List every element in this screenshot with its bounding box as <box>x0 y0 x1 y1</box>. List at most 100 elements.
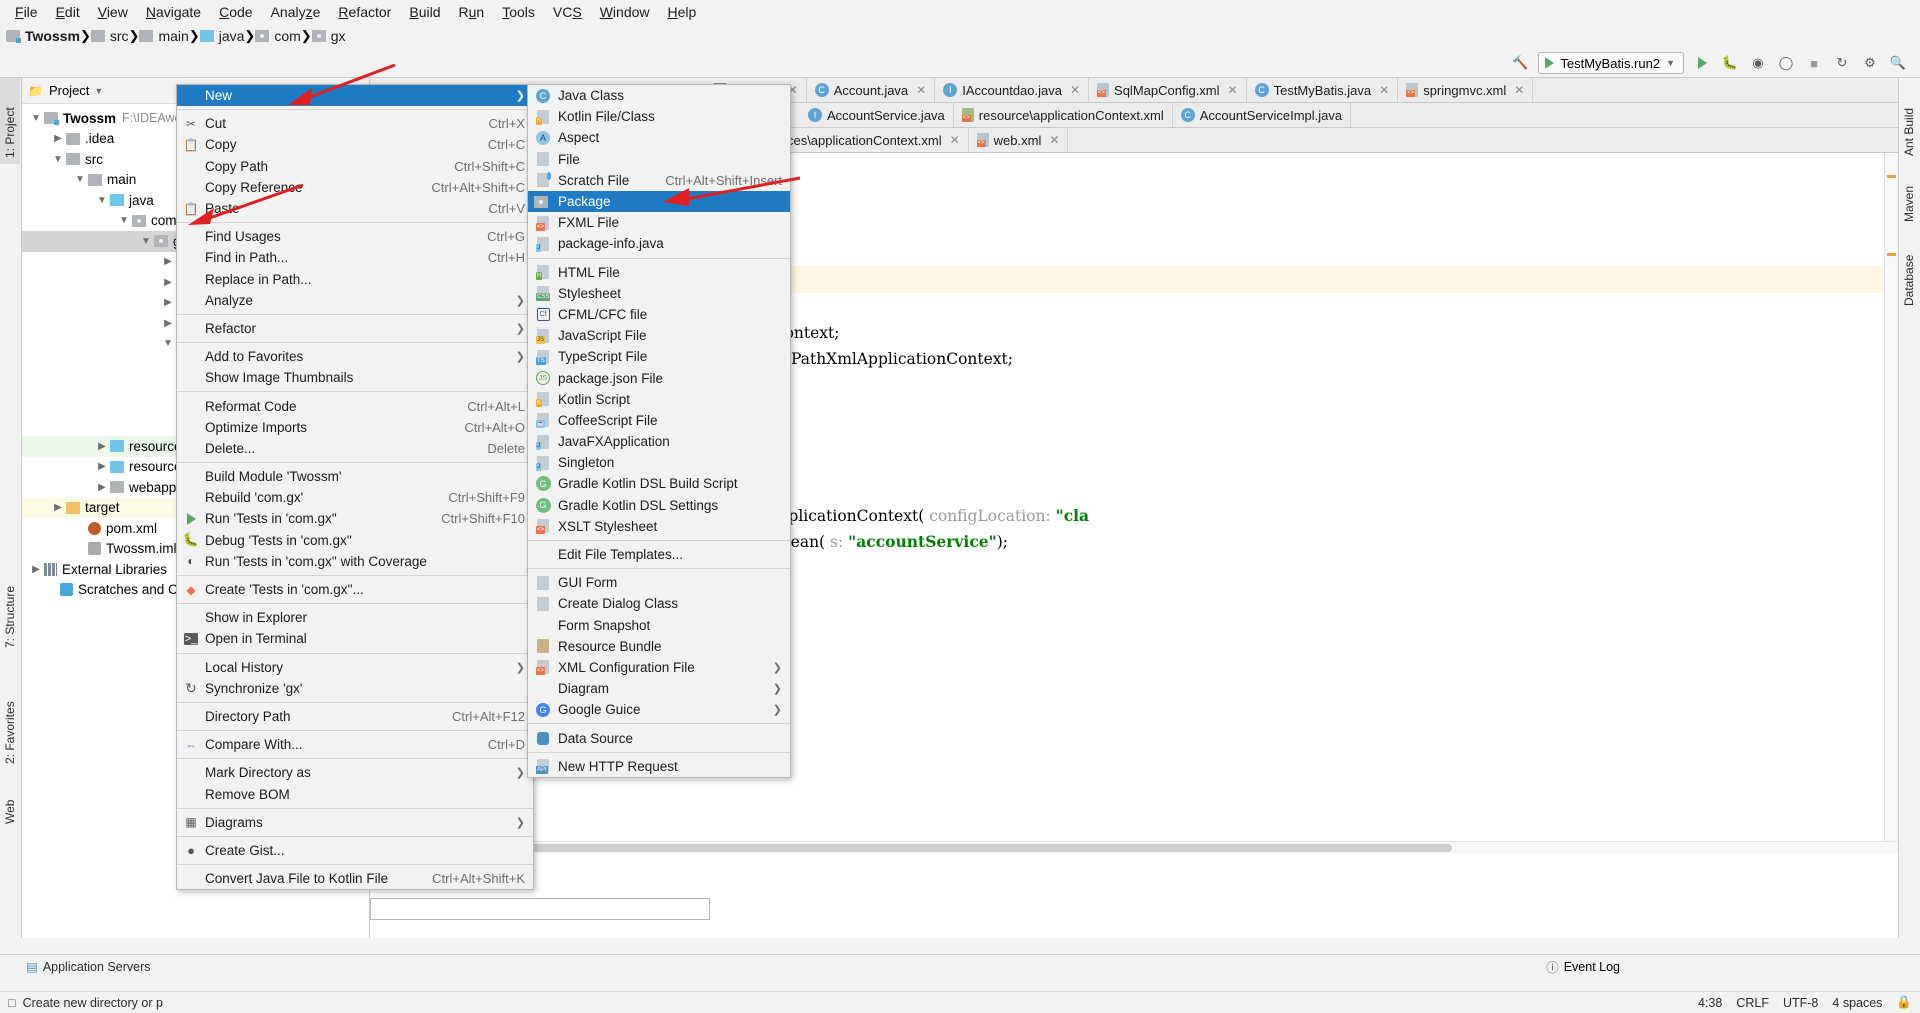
debug-icon[interactable]: 🐛 <box>1718 52 1742 74</box>
sidebar-item-database[interactable]: Database <box>1899 228 1919 312</box>
submenu-item-google-guice[interactable]: G Google Guice ❯ <box>528 699 790 720</box>
sidebar-item-web[interactable]: Web <box>0 784 20 830</box>
menu-item-run[interactable]: Run <box>450 2 494 22</box>
context-menu-item-delete[interactable]: Delete... Delete <box>177 438 533 459</box>
context-menu-item-paste[interactable]: 📋 Paste Ctrl+V <box>177 198 533 219</box>
submenu-item-stylesheet[interactable]: CSS Stylesheet <box>528 283 790 304</box>
menu-item-file[interactable]: File <box>6 2 47 22</box>
submenu-item-singleton[interactable]: J Singleton <box>528 452 790 473</box>
submenu-item-edit-file-templates[interactable]: Edit File Templates... <box>528 544 790 565</box>
chevron-right-icon[interactable]: ▶ <box>94 441 110 452</box>
submenu-item-kotlin-script[interactable]: K Kotlin Script <box>528 389 790 410</box>
menu-item-build[interactable]: Build <box>400 2 449 22</box>
run-coverage-icon[interactable]: ◉ <box>1746 52 1770 74</box>
context-menu-item-directory-path[interactable]: Directory Path Ctrl+Alt+F12 <box>177 706 533 727</box>
context-menu-item-rebuild[interactable]: Rebuild 'com.gx' Ctrl+Shift+F9 <box>177 487 533 508</box>
menu-item-analyze[interactable]: Analyze <box>262 2 330 22</box>
context-menu-item-run-tests[interactable]: Run 'Tests in 'com.gx'' Ctrl+Shift+F10 <box>177 508 533 529</box>
close-icon[interactable]: ✕ <box>916 83 926 97</box>
submenu-item-scratch-file[interactable]: Scratch File Ctrl+Alt+Shift+Insert <box>528 170 790 191</box>
submenu-item-package-info-java[interactable]: J package-info.java <box>528 233 790 254</box>
breadcrumb-item-gx[interactable]: gx <box>312 28 346 44</box>
chevron-right-icon[interactable]: ▶ <box>160 256 176 267</box>
submenu-item-package[interactable]: Package <box>528 191 790 212</box>
submenu-item-file[interactable]: File <box>528 149 790 170</box>
context-menu-item-create-tests-config[interactable]: ◆ Create 'Tests in 'com.gx''... <box>177 579 533 600</box>
submenu-item-diagram[interactable]: Diagram ❯ <box>528 678 790 699</box>
editor-search-field[interactable] <box>370 898 710 920</box>
sidebar-item-ant-build[interactable]: Ant Build <box>1899 78 1919 162</box>
chevron-right-icon[interactable]: ▶ <box>160 297 176 308</box>
chevron-down-icon[interactable]: ▼ <box>94 195 110 206</box>
context-menu-item-synchronize[interactable]: ↻ Synchronize 'gx' <box>177 678 533 699</box>
editor-tab-web-xml[interactable]: web.xml ✕ <box>969 128 1069 152</box>
chevron-right-icon[interactable]: ▶ <box>160 277 176 288</box>
close-icon[interactable]: ✕ <box>1049 133 1059 147</box>
sidebar-item-structure[interactable]: 7: Structure <box>0 554 20 654</box>
chevron-down-icon[interactable]: ▼ <box>72 174 88 185</box>
context-menu-item-open-in-terminal[interactable]: >_ Open in Terminal <box>177 628 533 649</box>
context-menu-item-analyze[interactable]: Analyze ❯ <box>177 290 533 311</box>
run-configuration-selector[interactable]: TestMyBatis.run2 ▼ <box>1538 52 1684 74</box>
breadcrumb-item-com[interactable]: com <box>255 28 300 44</box>
context-menu-item-add-to-favorites[interactable]: Add to Favorites ❯ <box>177 346 533 367</box>
context-menu-item-find-usages[interactable]: Find Usages Ctrl+G <box>177 226 533 247</box>
editor-tab-springmvc-xml[interactable]: springmvc.xml ✕ <box>1398 78 1533 102</box>
editor-marker-gutter[interactable] <box>1884 153 1898 853</box>
context-menu-item-new[interactable]: New ❯ <box>177 85 533 106</box>
lock-icon[interactable]: 🔒 <box>1896 995 1912 1010</box>
chevron-down-icon[interactable]: ▼ <box>50 154 66 165</box>
chevron-right-icon[interactable]: ▶ <box>28 564 44 575</box>
breadcrumb-item-main[interactable]: main <box>139 28 188 44</box>
close-icon[interactable]: ✕ <box>1228 83 1238 97</box>
menu-item-view[interactable]: View <box>89 2 137 22</box>
submenu-item-typescript-file[interactable]: TS TypeScript File <box>528 346 790 367</box>
submenu-item-kotlin-file-class[interactable]: K Kotlin File/Class <box>528 106 790 127</box>
editor-tab-testmybatis-java[interactable]: C TestMyBatis.java ✕ <box>1247 78 1399 102</box>
close-icon[interactable]: ✕ <box>1514 83 1524 97</box>
close-icon[interactable]: ✕ <box>1070 83 1080 97</box>
chevron-right-icon[interactable]: ▶ <box>50 133 66 144</box>
context-menu-item-remove-bom[interactable]: Remove BOM <box>177 783 533 804</box>
chevron-right-icon[interactable]: ▶ <box>160 318 176 329</box>
submenu-item-coffeescript-file[interactable]: ☕ CoffeeScript File <box>528 410 790 431</box>
context-menu-item-mark-directory-as[interactable]: Mark Directory as ❯ <box>177 762 533 783</box>
editor-tab-iaccountdao-java[interactable]: I IAccountdao.java ✕ <box>935 78 1089 102</box>
close-icon[interactable]: ✕ <box>1379 83 1389 97</box>
chevron-down-icon[interactable]: ▼ <box>160 338 176 349</box>
submenu-item-gradle-kotlin-dsl-build-script[interactable]: G Gradle Kotlin DSL Build Script <box>528 473 790 494</box>
chevron-right-icon[interactable]: ▶ <box>50 502 66 513</box>
sidebar-item-maven[interactable]: Maven <box>1899 162 1919 228</box>
submenu-item-fxml-file[interactable]: <> FXML File <box>528 212 790 233</box>
chevron-down-icon[interactable]: ▼ <box>116 215 132 226</box>
sidebar-item-project[interactable]: 1: Project <box>0 78 20 164</box>
context-menu-item-show-image-thumbnails[interactable]: Show Image Thumbnails <box>177 367 533 388</box>
menu-item-edit[interactable]: Edit <box>47 2 89 22</box>
context-menu-item-reformat-code[interactable]: Reformat Code Ctrl+Alt+L <box>177 395 533 416</box>
context-menu-item-optimize-imports[interactable]: Optimize Imports Ctrl+Alt+O <box>177 417 533 438</box>
breadcrumb-item-twossm[interactable]: Twossm <box>6 28 80 44</box>
context-menu-item-build-module[interactable]: Build Module 'Twossm' <box>177 466 533 487</box>
submenu-item-data-source[interactable]: Data Source <box>528 727 790 748</box>
menu-item-window[interactable]: Window <box>591 2 659 22</box>
search-icon[interactable]: 🔍 <box>1886 52 1910 74</box>
submenu-item-xslt-stylesheet[interactable]: <> XSLT Stylesheet <box>528 516 790 537</box>
indent-setting[interactable]: 4 spaces <box>1832 996 1882 1010</box>
editor-tab-account-java[interactable]: C Account.java ✕ <box>807 78 936 102</box>
chevron-down-icon[interactable]: ▼ <box>138 236 154 247</box>
submenu-item-create-dialog-class[interactable]: Create Dialog Class <box>528 593 790 614</box>
profile-icon[interactable]: ◯ <box>1774 52 1798 74</box>
submenu-item-new-http-request[interactable]: API New HTTP Request <box>528 756 790 777</box>
menu-item-code[interactable]: Code <box>210 2 261 22</box>
breadcrumb-item-java[interactable]: java <box>200 28 245 44</box>
caret-position[interactable]: 4:38 <box>1698 996 1722 1010</box>
context-menu-item-create-gist[interactable]: ● Create Gist... <box>177 840 533 861</box>
context-menu-item-debug-tests[interactable]: 🐛 Debug 'Tests in 'com.gx'' <box>177 530 533 551</box>
run-icon[interactable] <box>1690 52 1714 74</box>
menu-item-navigate[interactable]: Navigate <box>137 2 210 22</box>
submenu-item-gui-form[interactable]: GUI Form <box>528 572 790 593</box>
editor-tab-accountserviceimpl-java[interactable]: C AccountServiceImpl.java <box>1173 103 1351 127</box>
context-menu-item-replace-in-path[interactable]: Replace in Path... <box>177 269 533 290</box>
submenu-item-javafxapplication[interactable]: J JavaFXApplication <box>528 431 790 452</box>
editor-tab-sqlmapconfig-xml[interactable]: SqlMapConfig.xml ✕ <box>1089 78 1247 102</box>
